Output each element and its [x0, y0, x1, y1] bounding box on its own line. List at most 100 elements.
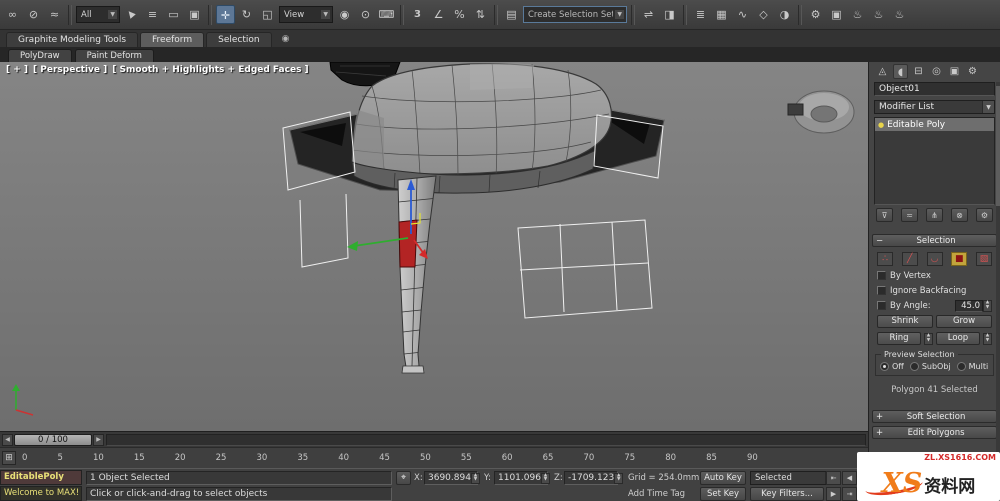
select-and-rotate-icon[interactable]: ↻	[237, 5, 256, 24]
curve-editor-icon[interactable]: ∿	[733, 5, 752, 24]
auto-key-button[interactable]: Auto Key	[700, 471, 746, 485]
macro-recorder-line[interactable]: EditablePoly	[0, 470, 82, 485]
window-crossing-toggle-icon[interactable]: ▣	[185, 5, 204, 24]
ribbon-panel-polydraw[interactable]: PolyDraw	[8, 49, 72, 62]
modify-tab[interactable]: ◖	[893, 63, 908, 79]
selection-set-dropdown[interactable]: Selected ▼	[750, 471, 838, 485]
x-coordinate-field[interactable]: 3690.894	[424, 471, 480, 485]
radio-icon[interactable]	[956, 362, 966, 371]
unlink-selection-icon[interactable]: ⊘	[24, 5, 43, 24]
edit-named-selection-sets-icon[interactable]: ▤	[502, 5, 521, 24]
soft-selection-rollout-header[interactable]: + Soft Selection	[872, 410, 997, 423]
render-setup-icon[interactable]: ⚙	[806, 5, 825, 24]
angle-snap-icon[interactable]: ∠	[429, 5, 448, 24]
render-quick-icon[interactable]: ♨	[890, 5, 909, 24]
time-slider-right-arrow[interactable]: ▶	[93, 433, 104, 446]
time-slider[interactable]: ◀ 0 / 100 ▶	[0, 431, 868, 447]
rectangular-selection-region-icon[interactable]: ▭	[164, 5, 183, 24]
go-to-end-button[interactable]: ⇥	[842, 486, 857, 501]
by-vertex-checkbox[interactable]	[877, 271, 886, 280]
grow-button[interactable]: Grow	[936, 315, 992, 328]
spinner-snap-icon[interactable]: ⇅	[471, 5, 490, 24]
display-tab[interactable]: ▣	[947, 64, 962, 79]
percent-snap-icon[interactable]: %	[450, 5, 469, 24]
dropdown-arrow-icon[interactable]: ▼	[615, 10, 624, 19]
selection-filter-dropdown[interactable]: All ▼	[76, 6, 120, 23]
absolute-mode-toggle[interactable]: ⌖	[396, 471, 411, 485]
ribbon-tab-freeform[interactable]: Freeform	[140, 32, 205, 47]
modifier-stack[interactable]: ● Editable Poly	[874, 117, 995, 205]
loop-spinner[interactable]	[983, 332, 992, 345]
ribbon-tab-selection[interactable]: Selection	[206, 32, 272, 47]
viewport-menu-pov[interactable]: [ Perspective ]	[33, 65, 107, 75]
graphite-ribbon-toggle-icon[interactable]: ▦	[712, 5, 731, 24]
bind-to-space-warp-icon[interactable]: ≈	[45, 5, 64, 24]
shrink-button[interactable]: Shrink	[877, 315, 933, 328]
border-mode-icon[interactable]: ◡	[926, 252, 943, 266]
previous-frame-button[interactable]: ◀	[842, 471, 857, 485]
ring-spinner[interactable]	[924, 332, 933, 345]
dropdown-arrow-icon[interactable]: ▼	[321, 10, 330, 19]
use-pivot-point-center-icon[interactable]: ◉	[335, 5, 354, 24]
ribbon-options-icon[interactable]: ◉	[282, 32, 290, 47]
by-angle-spinner[interactable]	[983, 299, 992, 312]
preview-subobj-radio[interactable]: SubObj	[909, 362, 951, 371]
radio-icon[interactable]	[909, 362, 919, 371]
layer-manager-icon[interactable]: ≣	[691, 5, 710, 24]
modifier-list-dropdown[interactable]: Modifier List ▼	[874, 100, 995, 114]
align-icon[interactable]: ◨	[660, 5, 679, 24]
preview-off-radio[interactable]: Off	[880, 362, 904, 371]
reference-coordinate-dropdown[interactable]: View ▼	[279, 6, 333, 23]
make-unique-button[interactable]: ⋔	[926, 208, 943, 222]
ring-button[interactable]: Ring	[877, 332, 921, 345]
z-spinner[interactable]	[614, 472, 624, 484]
edit-polygons-rollout-header[interactable]: + Edit Polygons	[872, 426, 997, 439]
create-tab[interactable]: ◬	[875, 64, 890, 79]
go-to-start-button[interactable]: ⇤	[826, 471, 841, 485]
mirror-icon[interactable]: ⇌	[639, 5, 658, 24]
schematic-view-icon[interactable]: ◇	[754, 5, 773, 24]
dropdown-arrow-icon[interactable]: ▼	[108, 10, 117, 19]
rendered-frame-window-icon[interactable]: ▣	[827, 5, 846, 24]
ribbon-tab-graphite[interactable]: Graphite Modeling Tools	[6, 32, 139, 47]
snaps-toggle-icon[interactable]: 3	[408, 5, 427, 24]
select-and-manipulate-icon[interactable]: ⊙	[356, 5, 375, 24]
loop-button[interactable]: Loop	[936, 332, 980, 345]
select-and-link-icon[interactable]: ∞	[3, 5, 22, 24]
preview-multi-radio[interactable]: Multi	[956, 362, 988, 371]
utilities-tab[interactable]: ⚙	[965, 64, 980, 79]
radio-icon[interactable]	[880, 362, 889, 371]
named-selection-set-combobox[interactable]: Create Selection Set ▼	[523, 6, 627, 23]
x-spinner[interactable]	[470, 472, 480, 484]
y-coordinate-field[interactable]: 1101.096	[494, 471, 550, 485]
select-object-icon[interactable]: ▲	[118, 1, 145, 28]
add-time-tag[interactable]: Add Time Tag	[628, 489, 685, 499]
selection-rollout-header[interactable]: − Selection	[872, 234, 997, 247]
object-name-field[interactable]: Object01	[874, 82, 995, 96]
ignore-backfacing-checkbox[interactable]	[877, 286, 886, 295]
time-slider-track[interactable]	[106, 433, 866, 446]
perspective-viewport[interactable]: [ + ] [ Perspective ] [ Smooth + Highlig…	[0, 62, 868, 431]
keyboard-shortcut-override-icon[interactable]: ⌨	[377, 5, 396, 24]
stack-item-editable-poly[interactable]: ● Editable Poly	[875, 118, 994, 131]
z-coordinate-field[interactable]: -1709.123	[564, 471, 624, 485]
edge-mode-icon[interactable]: ╱	[901, 252, 918, 266]
mini-curve-editor-button[interactable]: ⊞	[2, 451, 16, 465]
by-angle-input[interactable]: 45.0	[955, 299, 983, 312]
remove-modifier-button[interactable]: ⊗	[951, 208, 968, 222]
show-end-result-button[interactable]: ≂	[901, 208, 918, 222]
render-iterative-icon[interactable]: ♨	[869, 5, 888, 24]
maxscript-listener-line[interactable]: Welcome to MAX!	[0, 486, 82, 501]
select-and-scale-icon[interactable]: ◱	[258, 5, 277, 24]
vertex-mode-icon[interactable]: ∴	[877, 252, 893, 266]
motion-tab[interactable]: ◎	[929, 64, 944, 79]
panel-scrollbar[interactable]	[996, 82, 1000, 461]
select-by-name-icon[interactable]: ≡	[143, 5, 162, 24]
dropdown-arrow-icon[interactable]: ▼	[982, 101, 994, 113]
element-mode-icon[interactable]: ▧	[976, 252, 992, 266]
ribbon-panel-paint-deform[interactable]: Paint Deform	[74, 49, 154, 62]
time-slider-left-arrow[interactable]: ◀	[2, 433, 13, 446]
render-production-icon[interactable]: ♨	[848, 5, 867, 24]
key-filters-button[interactable]: Key Filters...	[750, 487, 824, 501]
viewport-menu-shading[interactable]: [ Smooth + Highlights + Edged Faces ]	[112, 65, 308, 75]
